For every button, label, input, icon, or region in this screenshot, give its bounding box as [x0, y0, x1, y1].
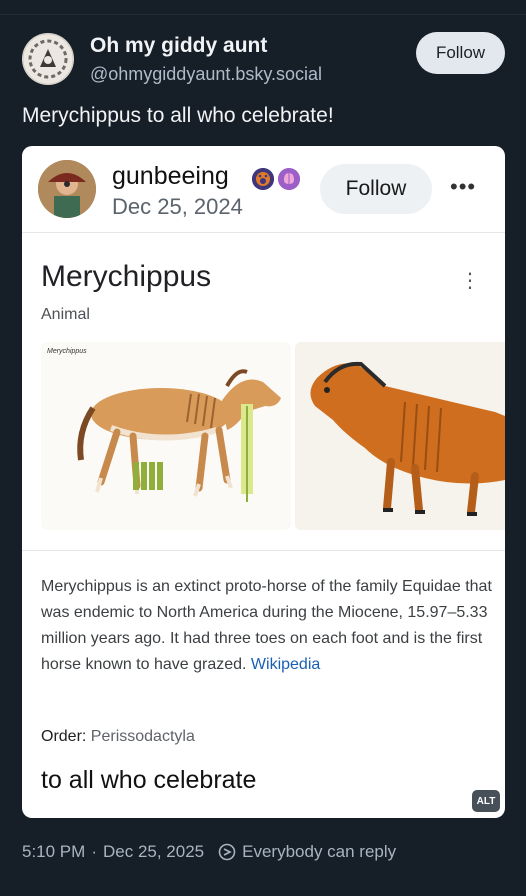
knowledge-panel-description: Merychippus is an extinct proto-horse of… [41, 574, 493, 678]
post-time: 5:10 PM [22, 842, 86, 861]
reply-setting-text[interactable]: Everybody can reply [242, 842, 396, 862]
wikipedia-link: Wikipedia [250, 656, 321, 673]
embedded-divider [22, 232, 505, 233]
reply-settings-icon [218, 843, 236, 861]
merychippus-skeleton-illustration: Merychippus [41, 342, 291, 530]
illustration-caption: Merychippus [47, 348, 87, 355]
merychippus-painting [295, 342, 505, 530]
author-display-name[interactable]: Oh my giddy aunt [90, 34, 267, 58]
order-row: Order: Perissodactyla [41, 728, 195, 746]
more-options-icon: ••• [450, 174, 477, 199]
footer-separator: · [91, 842, 97, 861]
brain-badge-icon [278, 168, 300, 190]
embedded-author-name: gunbeeing [112, 162, 229, 190]
knowledge-panel-title: Merychippus [41, 260, 212, 293]
knowledge-panel-subtitle: Animal [41, 306, 90, 323]
embedded-screenshot-image[interactable]: gunbeeing Dec 25, 2024 Follow ••• Merych… [22, 146, 505, 818]
author-avatar[interactable] [22, 33, 74, 85]
post-date: Dec 25, 2025 [102, 842, 205, 861]
knowledge-panel-menu-icon: ⋮ [460, 270, 480, 292]
embedded-follow-button: Follow [320, 164, 432, 214]
order-value: Perissodactyla [90, 728, 195, 745]
author-handle[interactable]: @ohmygiddyaunt.bsky.social [90, 64, 322, 85]
paw-badge-icon [252, 168, 274, 190]
follow-button[interactable]: Follow [416, 32, 505, 74]
order-label: Order: [41, 728, 91, 745]
embedded-caption: to all who celebrate [41, 766, 257, 794]
embedded-author-avatar [38, 160, 96, 218]
horse-illustration-icon [77, 369, 281, 502]
post-footer: 5:10 PM · Dec 25, 2025 Everybody can rep… [22, 842, 396, 862]
alt-text-badge[interactable]: ALT [472, 790, 500, 812]
embedded-post-date: Dec 25, 2024 [112, 194, 243, 219]
panel-divider [22, 550, 505, 551]
top-divider [0, 14, 526, 15]
post-text: Merychippus to all who celebrate! [22, 104, 334, 127]
